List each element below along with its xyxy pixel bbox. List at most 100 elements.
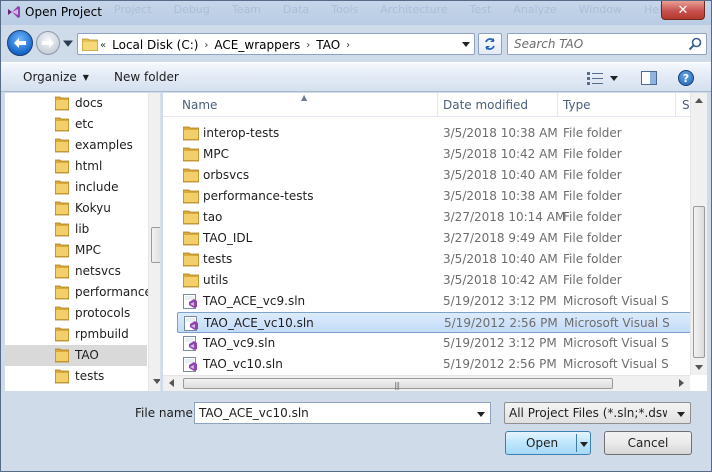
folder-icon: [55, 243, 69, 258]
forward-button[interactable]: [36, 31, 60, 55]
breadcrumb-separator-icon[interactable]: ›: [346, 40, 350, 51]
chevron-down-icon[interactable]: [477, 410, 485, 418]
file-name-combobox[interactable]: TAO_ACE_vc10.sln: [194, 402, 491, 424]
folder-icon: [55, 306, 69, 321]
file-row[interactable]: TAO_vc9.sln 5/19/2012 3:12 PM Microsoft Vi…: [177, 333, 691, 354]
column-header-name[interactable]: Name: [182, 98, 217, 112]
breadcrumb-separator-icon[interactable]: ›: [204, 40, 208, 51]
search-input[interactable]: Search TAO: [514, 37, 583, 51]
scroll-down-icon[interactable]: [153, 377, 161, 385]
breadcrumb-local-disk[interactable]: Local Disk (C:): [112, 38, 198, 52]
file-list[interactable]: Name ▲ Date modified Type Si TAO_vc10.sl…: [163, 93, 707, 391]
recent-pages-dropdown-icon[interactable]: [63, 38, 73, 48]
scroll-down-icon[interactable]: [695, 363, 703, 371]
sidebar-item-performance[interactable]: performance: [5, 282, 152, 303]
file-vertical-scroll-thumb[interactable]: [693, 206, 705, 358]
file-horizontal-scrollbar[interactable]: |||: [163, 375, 690, 391]
open-button[interactable]: Open: [505, 431, 591, 455]
address-bar[interactable]: « Local Disk (C:) › ACE_wrappers › TAO ›: [77, 33, 475, 55]
view-options-dropdown-icon[interactable]: [610, 74, 618, 82]
file-vertical-scrollbar[interactable]: [690, 93, 707, 375]
back-button[interactable]: [7, 30, 33, 56]
file-row[interactable]: TAO_ACE_vc9.sln 5/19/2012 3:12 PM Microsof…: [177, 291, 691, 312]
file-type-select[interactable]: All Project Files (*.sln;*.dsw;*.vc: [504, 402, 691, 424]
column-divider[interactable]: [675, 93, 676, 117]
file-row[interactable]: TAO_ACE_vc10.sln 5/19/2012 2:56 PM Microso…: [177, 312, 691, 333]
column-divider[interactable]: [557, 93, 558, 117]
sidebar-item-html[interactable]: html: [5, 156, 147, 177]
refresh-button[interactable]: [478, 33, 502, 55]
file-type: File folder: [563, 273, 622, 287]
change-view-icon[interactable]: [587, 71, 603, 85]
arrow-right-icon: [42, 38, 54, 48]
help-button[interactable]: ?: [678, 70, 694, 86]
navigation-pane[interactable]: tests TAO rpmbuild protocols performance nets…: [5, 93, 161, 391]
sidebar-item-tao[interactable]: TAO: [5, 345, 147, 366]
preview-pane-icon[interactable]: [641, 71, 657, 85]
file-row[interactable]: tests 3/5/2018 10:40 AM File folder: [177, 249, 691, 270]
nav-scroll-thumb[interactable]: [151, 227, 160, 263]
file-name: performance-tests: [203, 189, 314, 203]
sidebar-item-docs[interactable]: docs: [5, 93, 147, 114]
file-row[interactable]: orbsvcs 3/5/2018 10:40 AM File folder: [177, 165, 691, 186]
breadcrumb-separator-icon[interactable]: ›: [306, 40, 310, 51]
sidebar-item-tests[interactable]: tests: [5, 366, 147, 387]
file-type: File folder: [563, 189, 622, 203]
breadcrumb-tao[interactable]: TAO: [316, 38, 340, 52]
scroll-right-icon[interactable]: [677, 379, 685, 387]
file-date-modified: 3/27/2018 10:14 AM: [443, 210, 566, 224]
file-row[interactable]: MPC 3/5/2018 10:42 AM File folder: [177, 144, 691, 165]
organize-menu-button[interactable]: Organize ▼: [23, 70, 89, 84]
scroll-left-icon[interactable]: [168, 379, 176, 387]
close-button[interactable]: ✕: [661, 1, 705, 20]
sidebar-item-rpmbuild[interactable]: rpmbuild: [5, 324, 147, 345]
search-box[interactable]: Search TAO: [507, 33, 707, 55]
file-row[interactable]: TAO_vc10.sln 5/19/2012 2:56 PM Microsoft V…: [177, 354, 691, 375]
file-date-modified: 5/19/2012 3:12 PM: [443, 336, 557, 350]
column-header-type[interactable]: Type: [563, 98, 591, 112]
background-menu-ghost: Project Debug Team Data Tools Architectu…: [114, 3, 670, 16]
folder-icon: [55, 264, 69, 279]
file-row[interactable]: interop-tests 3/5/2018 10:38 AM File folde…: [177, 123, 691, 144]
sidebar-item-examples[interactable]: examples: [5, 135, 147, 156]
folder-icon: [183, 231, 199, 246]
file-name-input[interactable]: TAO_ACE_vc10.sln: [199, 406, 309, 420]
sidebar-item-include[interactable]: include: [5, 177, 147, 198]
column-divider[interactable]: [437, 93, 438, 117]
folder-icon: [55, 369, 69, 384]
chevron-down-icon: ▼: [82, 73, 89, 82]
file-row[interactable]: tao 3/27/2018 10:14 AM File folder: [177, 207, 691, 228]
sidebar-item-protocols[interactable]: protocols: [5, 303, 147, 324]
column-header-date-modified[interactable]: Date modified: [443, 98, 528, 112]
visual-studio-icon: [8, 6, 20, 18]
folder-icon: [82, 38, 98, 51]
sidebar-item-etc[interactable]: etc: [5, 114, 147, 135]
sidebar-item-netsvcs[interactable]: netsvcs: [5, 261, 147, 282]
file-row[interactable]: TAO_IDL 3/27/2018 9:49 AM File folder: [177, 228, 691, 249]
file-horizontal-scroll-thumb[interactable]: |||: [183, 378, 613, 390]
file-row[interactable]: performance-tests 3/5/2018 10:38 AM File f…: [177, 186, 691, 207]
sidebar-item-kokyu[interactable]: Kokyu: [5, 198, 147, 219]
file-row[interactable]: utils 3/5/2018 10:42 AM File folder: [177, 270, 691, 291]
scroll-up-icon[interactable]: [695, 97, 703, 105]
new-folder-button[interactable]: New folder: [114, 70, 179, 84]
file-date-modified: 3/5/2018 10:42 AM: [443, 147, 558, 161]
breadcrumb-overflow[interactable]: «: [100, 40, 106, 51]
open-options-dropdown-icon[interactable]: [580, 440, 588, 448]
sidebar-item-mpc[interactable]: MPC: [5, 240, 147, 261]
breadcrumb-ace-wrappers[interactable]: ACE_wrappers: [214, 38, 300, 52]
search-icon[interactable]: [688, 37, 702, 51]
chevron-down-icon[interactable]: [677, 410, 685, 418]
folder-icon: [55, 138, 69, 153]
file-date-modified: 3/5/2018 10:38 AM: [443, 126, 558, 140]
folder-icon: [55, 285, 69, 300]
sidebar-item-lib[interactable]: lib: [5, 219, 147, 240]
vs-solution-icon: [183, 294, 197, 309]
file-type: File folder: [563, 231, 622, 245]
help-icon: ?: [682, 71, 690, 85]
nav-vertical-scrollbar[interactable]: [148, 93, 161, 391]
address-history-dropdown-icon[interactable]: [462, 40, 470, 48]
file-date-modified: 5/19/2012 2:56 PM: [444, 316, 558, 330]
cancel-button[interactable]: Cancel: [604, 431, 692, 455]
file-type: File folder: [563, 147, 622, 161]
